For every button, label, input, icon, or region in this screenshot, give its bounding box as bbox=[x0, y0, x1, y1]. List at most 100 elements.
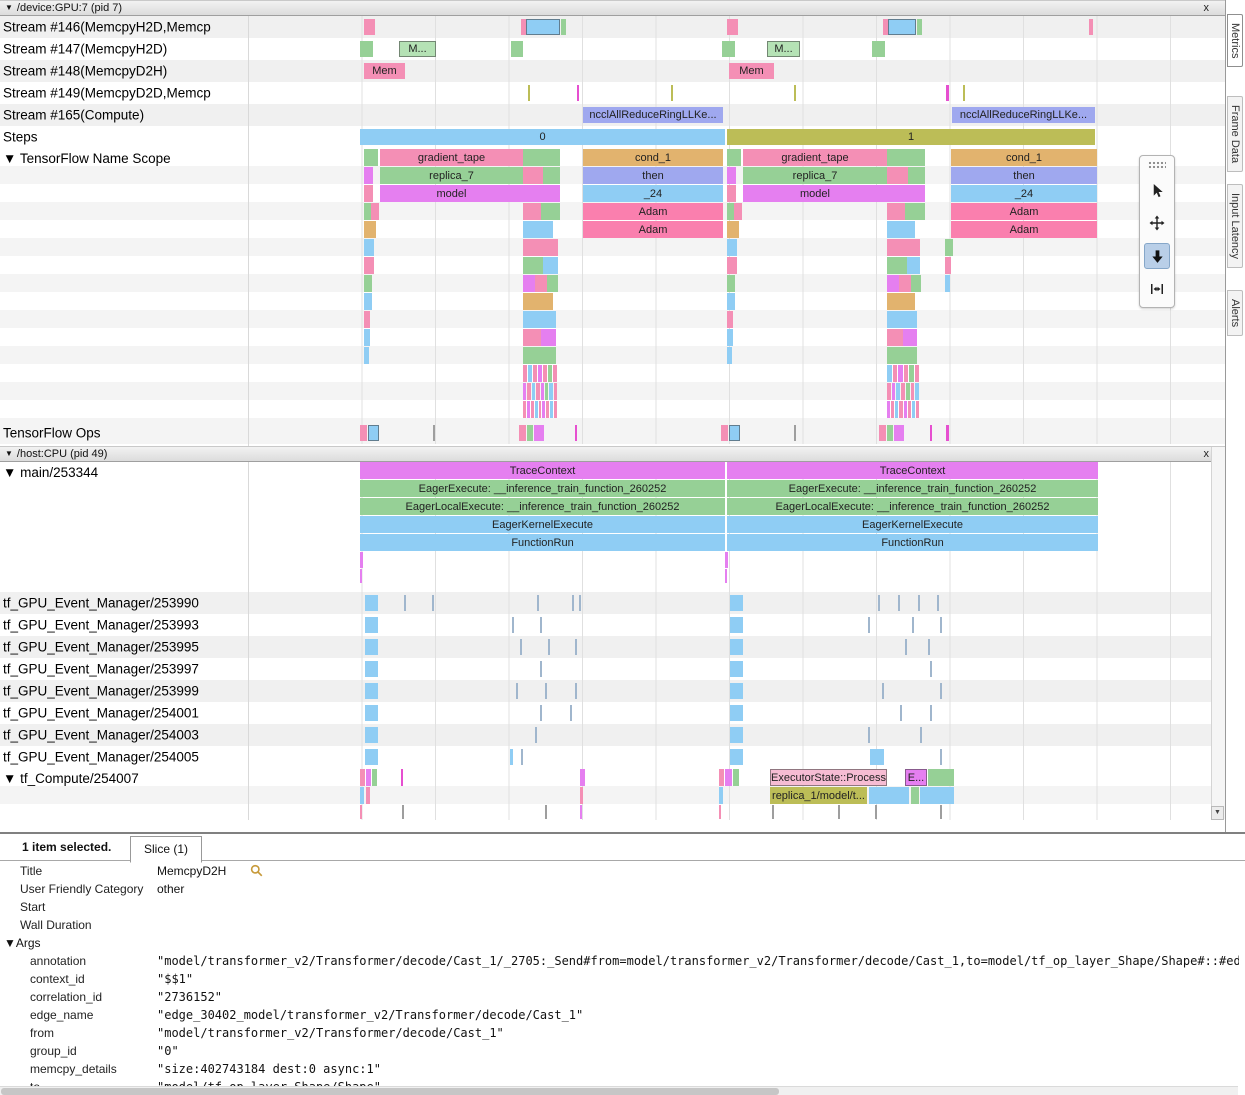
trace-slice[interactable] bbox=[887, 311, 917, 328]
trace-slice[interactable] bbox=[360, 805, 362, 819]
trace-slice[interactable] bbox=[540, 617, 542, 633]
trace-slice[interactable] bbox=[930, 425, 932, 441]
horizontal-scrollbar-thumb[interactable] bbox=[1, 1088, 779, 1095]
trace-slice[interactable] bbox=[575, 639, 577, 655]
trace-slice[interactable] bbox=[365, 683, 378, 699]
trace-slice[interactable] bbox=[727, 19, 738, 35]
trace-slice[interactable] bbox=[360, 41, 373, 57]
trace-slice[interactable] bbox=[547, 275, 558, 292]
trace-slice[interactable] bbox=[364, 221, 376, 238]
trace-slice[interactable] bbox=[510, 749, 513, 765]
trace-slice[interactable] bbox=[727, 329, 733, 346]
trace-slice[interactable] bbox=[523, 293, 553, 310]
trace-slice[interactable] bbox=[887, 365, 920, 382]
trace-slice[interactable] bbox=[734, 203, 742, 220]
gpu-pane-header[interactable]: ▼/device:GPU:7 (pid 7) x bbox=[0, 0, 1225, 16]
trace-slice[interactable] bbox=[730, 727, 743, 743]
trace-slice[interactable] bbox=[523, 311, 556, 328]
trace-slice[interactable] bbox=[928, 769, 954, 786]
trace-slice[interactable] bbox=[523, 185, 560, 202]
trace-slice[interactable] bbox=[887, 329, 903, 346]
slice-adam[interactable]: Adam bbox=[951, 203, 1097, 220]
slice-24[interactable]: _24 bbox=[951, 185, 1097, 202]
trace-slice[interactable] bbox=[727, 149, 741, 166]
trace-slice[interactable] bbox=[905, 203, 925, 220]
trace-slice[interactable] bbox=[364, 19, 375, 35]
trace-slice[interactable] bbox=[940, 749, 942, 765]
trace-slice[interactable] bbox=[730, 683, 743, 699]
trace-slice[interactable] bbox=[905, 639, 907, 655]
pan-tool-icon[interactable] bbox=[1144, 210, 1170, 236]
cpu-pane-header[interactable]: ▼/host:CPU (pid 49) x bbox=[0, 446, 1225, 462]
trace-slice[interactable] bbox=[887, 149, 925, 166]
trace-slice[interactable] bbox=[364, 185, 373, 202]
trace-slice[interactable] bbox=[729, 425, 740, 441]
trace-slice[interactable] bbox=[868, 617, 870, 633]
slice-0[interactable]: 0 bbox=[360, 129, 725, 145]
trace-slice[interactable] bbox=[366, 769, 371, 786]
trace-slice[interactable] bbox=[523, 401, 558, 418]
slice-mem[interactable]: Mem bbox=[364, 63, 405, 79]
trace-slice[interactable] bbox=[541, 203, 560, 220]
trace-slice[interactable] bbox=[887, 203, 905, 220]
trace-slice[interactable] bbox=[963, 85, 965, 101]
side-tab-metrics[interactable]: Metrics bbox=[1227, 14, 1243, 67]
trace-slice[interactable] bbox=[946, 425, 949, 441]
trace-slice[interactable] bbox=[870, 749, 884, 765]
trace-slice[interactable] bbox=[364, 293, 372, 310]
trace-slice[interactable] bbox=[523, 203, 541, 220]
trace-slice[interactable] bbox=[945, 275, 950, 292]
trace-slice[interactable] bbox=[727, 257, 737, 274]
trace-slice[interactable] bbox=[794, 85, 796, 101]
trace-slice[interactable] bbox=[523, 221, 553, 238]
trace-slice[interactable] bbox=[570, 705, 572, 721]
slice-24[interactable]: _24 bbox=[583, 185, 723, 202]
trace-slice[interactable] bbox=[887, 221, 915, 238]
trace-slice[interactable] bbox=[912, 617, 914, 633]
trace-slice[interactable] bbox=[545, 683, 547, 699]
slice-eagerlocalexecute-inference-train-functi[interactable]: EagerLocalExecute: __inference_train_fun… bbox=[360, 498, 725, 515]
trace-slice[interactable] bbox=[730, 617, 743, 633]
trace-slice[interactable] bbox=[940, 617, 942, 633]
trace-slice[interactable] bbox=[887, 167, 908, 184]
trace-slice[interactable] bbox=[727, 221, 739, 238]
trace-slice[interactable] bbox=[887, 239, 920, 256]
slice-ncclallreduceringllke[interactable]: ncclAllReduceRingLLKe... bbox=[583, 107, 723, 123]
scroll-down-button[interactable]: ▼ bbox=[1211, 806, 1224, 820]
trace-slice[interactable] bbox=[722, 41, 735, 57]
trace-slice[interactable] bbox=[523, 167, 543, 184]
trace-slice[interactable] bbox=[887, 185, 925, 202]
trace-slice[interactable] bbox=[727, 311, 733, 328]
trace-slice[interactable] bbox=[900, 705, 902, 721]
trace-slice[interactable] bbox=[887, 275, 899, 292]
trace-slice[interactable] bbox=[523, 257, 543, 274]
trace-slice[interactable] bbox=[540, 705, 542, 721]
slice-tracecontext[interactable]: TraceContext bbox=[727, 462, 1098, 479]
trace-slice[interactable] bbox=[580, 805, 582, 819]
slice-tracecontext[interactable]: TraceContext bbox=[360, 462, 725, 479]
trace-slice[interactable] bbox=[365, 595, 378, 611]
trace-slice[interactable] bbox=[535, 275, 547, 292]
trace-slice[interactable] bbox=[523, 383, 558, 400]
trace-slice[interactable] bbox=[527, 425, 533, 441]
slice-adam[interactable]: Adam bbox=[951, 221, 1097, 238]
trace-slice[interactable] bbox=[930, 661, 932, 677]
slice-then[interactable]: then bbox=[583, 167, 723, 184]
trace-slice[interactable] bbox=[528, 85, 530, 101]
trace-slice[interactable] bbox=[928, 639, 930, 655]
slice-ncclallreduceringllke[interactable]: ncclAllReduceRingLLKe... bbox=[952, 107, 1095, 123]
trace-slice[interactable] bbox=[575, 683, 577, 699]
slice-gradient-tape[interactable]: gradient_tape bbox=[380, 149, 523, 166]
trace-slice[interactable] bbox=[360, 769, 365, 786]
trace-slice[interactable] bbox=[930, 705, 932, 721]
slice-gradient-tape[interactable]: gradient_tape bbox=[743, 149, 887, 166]
trace-slice[interactable] bbox=[725, 569, 727, 583]
trace-slice[interactable] bbox=[512, 617, 514, 633]
trace-slice[interactable] bbox=[894, 425, 904, 441]
trace-slice[interactable] bbox=[368, 425, 379, 441]
trace-slice[interactable] bbox=[727, 167, 736, 184]
trace-slice[interactable] bbox=[371, 203, 379, 220]
trace-slice[interactable] bbox=[360, 569, 362, 583]
trace-slice[interactable] bbox=[918, 595, 920, 611]
trace-slice[interactable] bbox=[433, 425, 435, 441]
